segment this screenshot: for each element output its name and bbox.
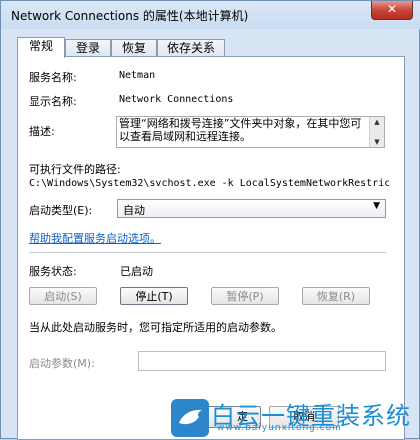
resume-button[interactable]: 恢复(R) [302, 287, 370, 305]
scroll-down-icon[interactable]: ▼ [370, 137, 384, 147]
description-scrollbar[interactable]: ▲ ▼ [369, 117, 384, 147]
startup-type-select[interactable]: 自动 ▼ [117, 199, 386, 218]
watermark: 白云一键重装系统 www.baiyunxitong.com [165, 393, 420, 440]
window-title: Network Connections 的属性(本地计算机) [11, 9, 249, 23]
close-button[interactable]: ✕ [371, 1, 413, 20]
start-params-label: 启动参数(M): [29, 357, 95, 370]
title-bar[interactable]: Network Connections 的属性(本地计算机) ✕ [1, 1, 420, 29]
startup-type-label: 启动类型(E): [29, 204, 93, 217]
start-params-input[interactable] [138, 351, 386, 371]
tab-logon[interactable]: 登录 [65, 39, 111, 57]
close-icon: ✕ [386, 2, 398, 16]
display-name-label: 显示名称: [29, 95, 77, 108]
pause-button[interactable]: 暂停(P) [211, 287, 279, 305]
start-params-hint: 当从此处启动服务时，您可指定所适用的启动参数。 [29, 321, 282, 334]
start-button[interactable]: 启动(S) [29, 287, 97, 305]
chevron-down-icon: ▼ [373, 201, 380, 211]
description-label: 描述: [29, 125, 55, 138]
service-status-label: 服务状态: [29, 265, 77, 278]
tab-recovery[interactable]: 恢复 [111, 39, 157, 57]
service-name-value: Netman [119, 70, 156, 81]
display-name-value: Network Connections [119, 94, 234, 105]
tab-dependencies[interactable]: 依存关系 [157, 39, 225, 57]
startup-type-value: 自动 [123, 204, 145, 217]
bird-logo-icon [171, 399, 209, 437]
general-tab-panel [17, 56, 405, 440]
tab-general[interactable]: 常规 [17, 37, 65, 58]
executable-path-label: 可执行文件的路径: [29, 163, 121, 176]
stop-button[interactable]: 停止(T) [120, 287, 188, 305]
executable-path-value: C:\Windows\System32\svchost.exe -k Local… [29, 178, 389, 189]
service-status-value: 已启动 [120, 265, 153, 278]
description-box[interactable]: 管理“网络和拨号连接”文件夹中对象，在其中您可以查看局域网和远程连接。 ▲ ▼ [116, 116, 385, 148]
watermark-url: www.baiyunxitong.com [217, 423, 342, 433]
properties-dialog: Network Connections 的属性(本地计算机) ✕ 常规 登录 恢… [0, 0, 420, 440]
service-name-label: 服务名称: [29, 71, 77, 84]
scroll-up-icon[interactable]: ▲ [370, 117, 384, 127]
help-configure-link[interactable]: 帮助我配置服务启动选项。 [29, 230, 161, 246]
description-text: 管理“网络和拨号连接”文件夹中对象，在其中您可以查看局域网和远程连接。 [119, 117, 362, 143]
divider-top [29, 252, 386, 253]
